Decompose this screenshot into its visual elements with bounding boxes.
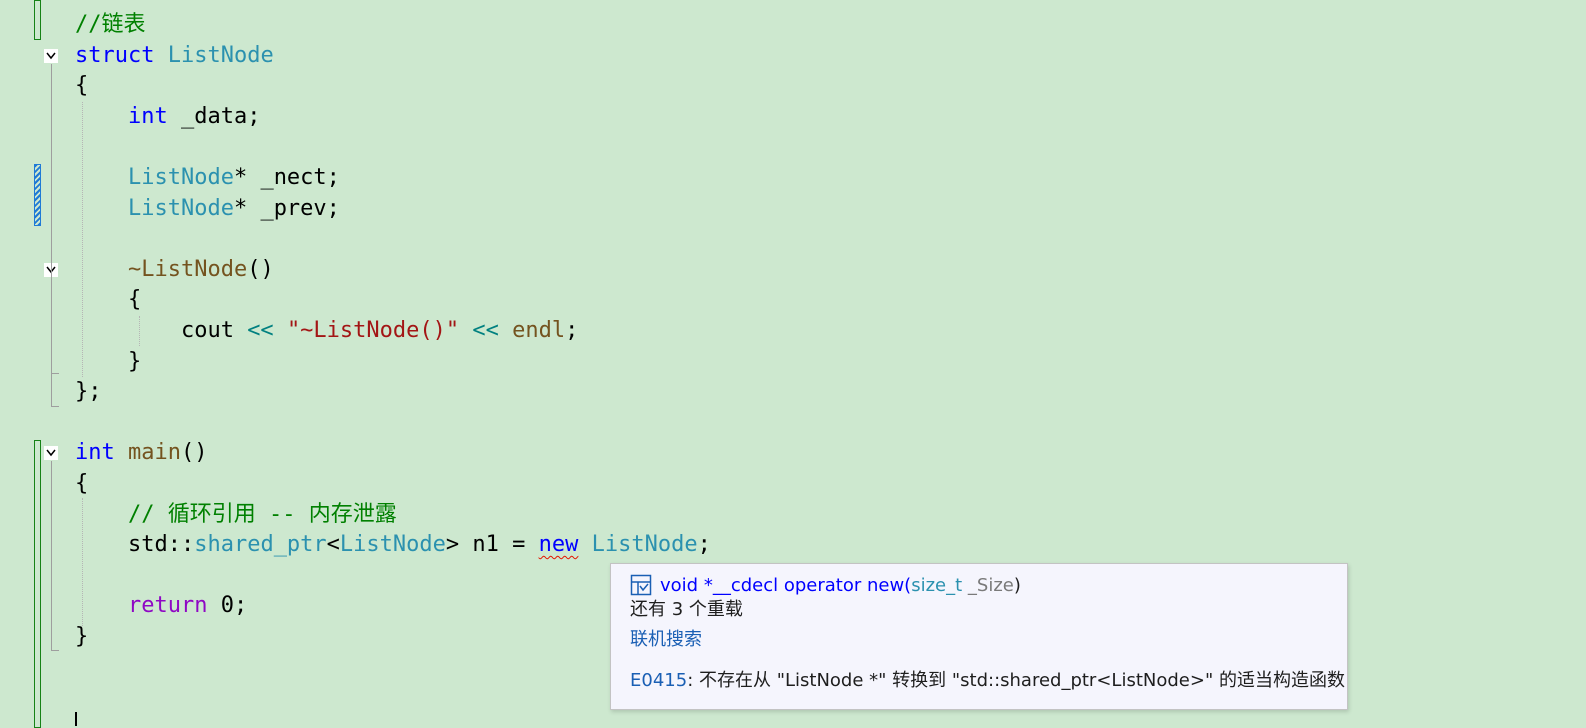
change-marker bbox=[34, 0, 41, 40]
code-line[interactable]: ~ListNode() bbox=[75, 255, 274, 285]
code-token: << bbox=[472, 318, 499, 343]
code-token: int bbox=[127, 103, 168, 129]
code-token: < bbox=[326, 532, 340, 558]
code-token: () bbox=[247, 256, 274, 282]
function-icon bbox=[630, 574, 652, 596]
code-token: ~ListNode bbox=[127, 256, 248, 282]
code-line[interactable]: { bbox=[75, 71, 88, 101]
signature-body: *__cdecl operator new( bbox=[698, 575, 912, 596]
code-token: 0; bbox=[207, 593, 248, 619]
code-token: ; bbox=[565, 318, 579, 343]
code-line[interactable]: { bbox=[75, 285, 141, 315]
online-search-link[interactable]: 联机搜索 bbox=[630, 628, 702, 652]
outline-guide-end bbox=[51, 373, 59, 374]
code-token: return bbox=[127, 593, 208, 619]
code-token: cout bbox=[75, 318, 248, 343]
code-token: "~ListNode()" bbox=[286, 318, 460, 343]
code-token: shared_ptr bbox=[194, 532, 327, 558]
outline-guide-end bbox=[51, 650, 59, 651]
code-line[interactable]: }; bbox=[75, 377, 102, 407]
return-type: void bbox=[660, 575, 699, 596]
code-token: ListNode bbox=[167, 42, 274, 68]
code-line[interactable]: int main() bbox=[75, 438, 207, 468]
outline-guide-end bbox=[51, 406, 59, 407]
code-token: { bbox=[75, 471, 89, 496]
param-type: size_t bbox=[911, 575, 963, 596]
error-token: new bbox=[538, 532, 579, 558]
code-token: ListNode bbox=[591, 532, 698, 558]
code-token: } bbox=[75, 348, 142, 374]
error-text: : 不存在从 "ListNode *" 转换到 "std::shared_ptr… bbox=[687, 670, 1345, 691]
code-line[interactable]: //链表 bbox=[75, 10, 146, 40]
outline-guide bbox=[51, 278, 52, 374]
code-token: }; bbox=[75, 379, 102, 405]
code-line[interactable]: } bbox=[75, 347, 141, 377]
code-token: } bbox=[75, 624, 89, 649]
function-signature: void *__cdecl operator new(size_t _Size) bbox=[630, 574, 1021, 598]
signature-close: ) bbox=[1013, 575, 1021, 596]
code-line[interactable]: ListNode* _prev; bbox=[75, 194, 340, 224]
code-token: * _prev; bbox=[233, 195, 340, 221]
code-token: * _nect; bbox=[233, 165, 340, 190]
code-line[interactable]: { bbox=[75, 469, 88, 499]
code-token: //链表 bbox=[75, 12, 146, 37]
quickinfo-tooltip: void *__cdecl operator new(size_t _Size)… bbox=[610, 563, 1348, 710]
change-marker-modified bbox=[34, 164, 41, 226]
param-name: _Size bbox=[962, 575, 1014, 596]
code-line[interactable]: // 循环引用 -- 内存泄露 bbox=[75, 500, 397, 530]
code-token: () bbox=[180, 440, 208, 466]
code-token: struct bbox=[75, 42, 155, 68]
code-token: << bbox=[247, 318, 274, 343]
text-cursor bbox=[75, 712, 77, 726]
code-token: { bbox=[75, 287, 142, 313]
code-token: // 循环引用 -- 内存泄露 bbox=[127, 501, 397, 527]
code-token: _data; bbox=[167, 103, 261, 129]
error-message: E0415: 不存在从 "ListNode *" 转换到 "std::share… bbox=[630, 669, 1345, 693]
code-token: main bbox=[128, 440, 181, 466]
code-token: ListNode bbox=[127, 195, 234, 221]
code-token: ListNode bbox=[339, 532, 446, 558]
code-line[interactable]: } bbox=[75, 622, 88, 652]
outline-guide bbox=[51, 461, 52, 651]
code-token: ; bbox=[697, 532, 711, 558]
code-token: > n1 = bbox=[445, 532, 539, 558]
code-line[interactable]: ListNode* _nect; bbox=[75, 163, 340, 193]
code-line[interactable]: struct ListNode bbox=[75, 41, 274, 71]
code-line[interactable]: int _data; bbox=[75, 102, 260, 132]
overload-count: 还有 3 个重载 bbox=[630, 599, 743, 620]
code-line[interactable]: std::shared_ptr<ListNode> n1 = new ListN… bbox=[75, 530, 711, 560]
code-token: std:: bbox=[75, 532, 195, 558]
code-token: ListNode bbox=[127, 165, 234, 190]
code-token: int bbox=[75, 440, 115, 466]
collapse-icon[interactable] bbox=[44, 49, 58, 63]
code-line[interactable]: return 0; bbox=[75, 591, 247, 621]
change-marker bbox=[34, 440, 41, 728]
code-line[interactable]: cout << "~ListNode()" << endl; bbox=[75, 316, 578, 346]
error-code-link[interactable]: E0415 bbox=[630, 670, 687, 691]
code-token: endl bbox=[512, 318, 566, 343]
collapse-icon[interactable] bbox=[44, 446, 58, 460]
code-token: { bbox=[75, 73, 89, 99]
